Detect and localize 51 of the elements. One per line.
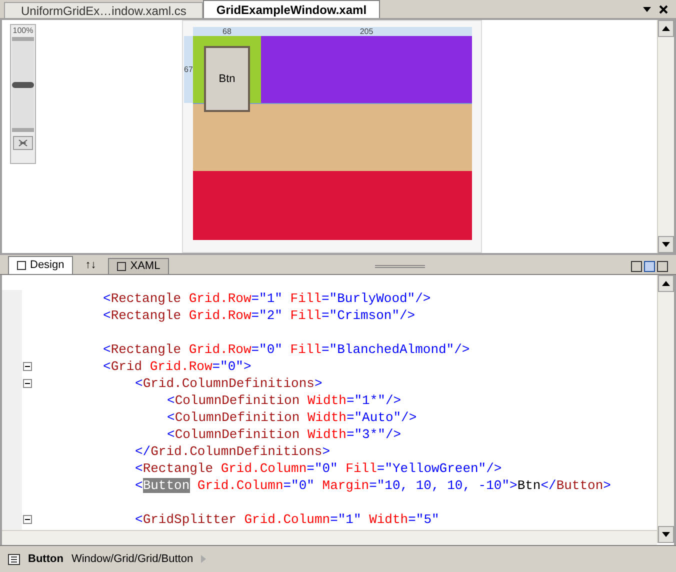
code-line: <Rectangle Grid.Row="0" Fill="BlanchedAlmond"/> bbox=[102, 341, 471, 358]
collapse-toggle-icon[interactable] bbox=[22, 362, 32, 371]
ruler-label: 205 bbox=[358, 27, 374, 36]
document-tab[interactable]: UniformGridEx…indow.xaml.cs bbox=[4, 2, 204, 18]
code-line: <ColumnDefinition Width="3*"/> bbox=[166, 426, 402, 443]
collapse-toggle-icon[interactable] bbox=[22, 379, 32, 388]
vertical-scrollbar[interactable] bbox=[657, 20, 674, 253]
ruler-label: 67 bbox=[184, 64, 193, 76]
vertical-scrollbar[interactable] bbox=[657, 275, 674, 543]
document-tab[interactable]: GridExampleWindow.xaml bbox=[203, 0, 380, 18]
collapse-icon[interactable] bbox=[657, 261, 668, 272]
document-outline-icon[interactable] bbox=[8, 554, 20, 564]
code-line: <Rectangle Grid.Row="1" Fill="BurlyWood"/> bbox=[102, 290, 432, 307]
code-line: <ColumnDefinition Width="Auto"/> bbox=[166, 409, 418, 426]
code-line: <Grid.ColumnDefinitions> bbox=[134, 375, 324, 392]
close-icon[interactable] bbox=[659, 4, 668, 14]
code-line: <GridSplitter Grid.Column="1" Width="5" bbox=[134, 511, 440, 528]
dropdown-icon[interactable] bbox=[643, 6, 651, 12]
collapse-toggle-icon[interactable] bbox=[22, 515, 32, 524]
scroll-down-button[interactable] bbox=[658, 526, 674, 543]
horizontal-split-icon[interactable] bbox=[644, 261, 655, 272]
code-line: <ColumnDefinition Width="1*"/> bbox=[166, 392, 402, 409]
right-arrow-icon bbox=[201, 555, 206, 563]
fit-icon bbox=[18, 139, 28, 147]
down-arrow-icon bbox=[662, 242, 670, 247]
code-line: </Grid.ColumnDefinitions> bbox=[134, 443, 332, 460]
vertical-split-icon[interactable] bbox=[631, 261, 642, 272]
scroll-down-button[interactable] bbox=[658, 236, 674, 253]
scroll-up-button[interactable] bbox=[658, 275, 674, 292]
swap-panes-button[interactable]: ↑↓ bbox=[73, 257, 108, 274]
down-arrow-icon bbox=[662, 532, 670, 537]
horizontal-scrollbar[interactable] bbox=[2, 530, 657, 545]
code-line: <Rectangle Grid.Row="2" Fill="Crimson"/> bbox=[102, 307, 416, 324]
fit-to-window-button[interactable] bbox=[13, 136, 33, 150]
view-tab[interactable]: Design bbox=[8, 256, 74, 274]
tab-icon bbox=[17, 261, 26, 270]
up-arrow-icon bbox=[662, 26, 670, 31]
code-line: <Button Grid.Column="0" Margin="10, 10, 10, -10">Btn</Button> bbox=[134, 477, 611, 494]
tab-icon bbox=[117, 262, 126, 271]
ruler-label: 68 bbox=[222, 27, 232, 36]
code-line: <Grid Grid.Row="0"> bbox=[102, 358, 252, 375]
zoom-label: 100% bbox=[12, 25, 34, 37]
code-line: <Rectangle Grid.Column="0" Fill="YellowGreen"/> bbox=[134, 460, 503, 477]
view-tab[interactable]: XAML bbox=[108, 258, 170, 274]
element-path[interactable]: Window/Grid/Grid/Button bbox=[71, 550, 194, 568]
zoom-slider-thumb[interactable] bbox=[12, 82, 34, 88]
selected-element: Button bbox=[28, 552, 64, 567]
selected-button[interactable]: Btn bbox=[204, 46, 250, 112]
splitter-grip[interactable] bbox=[375, 265, 426, 268]
scroll-up-button[interactable] bbox=[658, 20, 674, 37]
up-arrow-icon bbox=[662, 281, 670, 286]
